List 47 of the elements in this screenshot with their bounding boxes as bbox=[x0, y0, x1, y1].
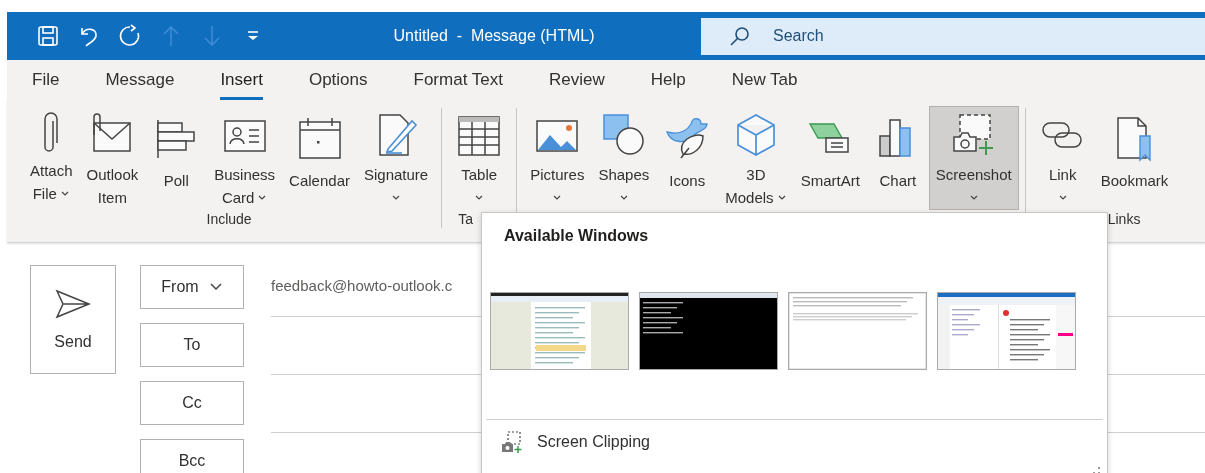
ribbon-button[interactable]: Outlook Item bbox=[79, 106, 146, 210]
window-thumbnail[interactable] bbox=[640, 293, 777, 369]
ribbon-tab[interactable]: Help bbox=[650, 64, 686, 100]
ribbon-button[interactable]: Signature bbox=[357, 106, 436, 210]
ribbon-tab[interactable]: File bbox=[32, 64, 60, 100]
window-thumbnail[interactable] bbox=[938, 293, 1075, 369]
search-icon bbox=[729, 24, 751, 47]
window-thumbnail[interactable] bbox=[789, 293, 926, 369]
ribbon-button[interactable]: Attach File bbox=[23, 106, 80, 210]
sender-address: feedback@howto-outlook.c bbox=[271, 277, 453, 294]
ribbon-button[interactable]: Link bbox=[1031, 106, 1094, 210]
ribbon-button[interactable]: Pictures bbox=[523, 106, 592, 210]
address-button[interactable]: Bcc bbox=[140, 439, 244, 473]
group-label: Ta bbox=[458, 210, 473, 228]
screen-clip-icon bbox=[500, 430, 524, 454]
send-icon bbox=[55, 288, 91, 319]
address-button[interactable]: To bbox=[140, 323, 244, 367]
ribbon-tab[interactable]: Options bbox=[308, 64, 368, 100]
paperclip-icon bbox=[44, 112, 59, 154]
send-button[interactable]: Send bbox=[30, 265, 116, 374]
screen-clipping-item[interactable]: Screen Clipping bbox=[482, 420, 650, 454]
window-title: Untitled - Message (HTML) bbox=[392, 27, 596, 45]
address-button[interactable]: Cc bbox=[140, 381, 244, 425]
menu-heading: Available Windows bbox=[503, 226, 649, 245]
window-thumbnail[interactable] bbox=[491, 293, 628, 369]
ribbon-button[interactable]: Calendar bbox=[282, 106, 357, 210]
ribbon-button[interactable]: Bookmark bbox=[1093, 106, 1176, 210]
ribbon-button[interactable]: 3D Models bbox=[718, 106, 794, 210]
address-button[interactable]: From bbox=[140, 265, 244, 309]
group-label: Links bbox=[1107, 210, 1141, 228]
ribbon-tab[interactable]: Review bbox=[548, 64, 605, 100]
ribbon-tab[interactable]: Message bbox=[105, 64, 175, 100]
redo-icon[interactable] bbox=[118, 24, 142, 48]
ribbon-button[interactable]: Screenshot bbox=[928, 106, 1019, 210]
ribbon-tab[interactable]: New Tab bbox=[731, 64, 798, 100]
ribbon-button[interactable]: Icons bbox=[656, 106, 719, 210]
ribbon-button[interactable]: Shapes bbox=[591, 106, 657, 210]
ribbon-button[interactable]: Poll bbox=[145, 106, 208, 210]
ribbon-tab[interactable]: Format Text bbox=[413, 64, 503, 100]
search-field[interactable]: Search bbox=[701, 17, 1205, 55]
save-icon[interactable] bbox=[36, 24, 60, 48]
group-label: Include bbox=[206, 210, 252, 228]
ribbon-button[interactable]: Table bbox=[448, 106, 511, 210]
ribbon-button[interactable]: SmartArt bbox=[793, 106, 867, 210]
ribbon-button[interactable]: Business Card bbox=[207, 106, 283, 210]
ribbon-button[interactable]: Chart bbox=[866, 106, 929, 210]
resize-grip-icon bbox=[1093, 467, 1101, 473]
